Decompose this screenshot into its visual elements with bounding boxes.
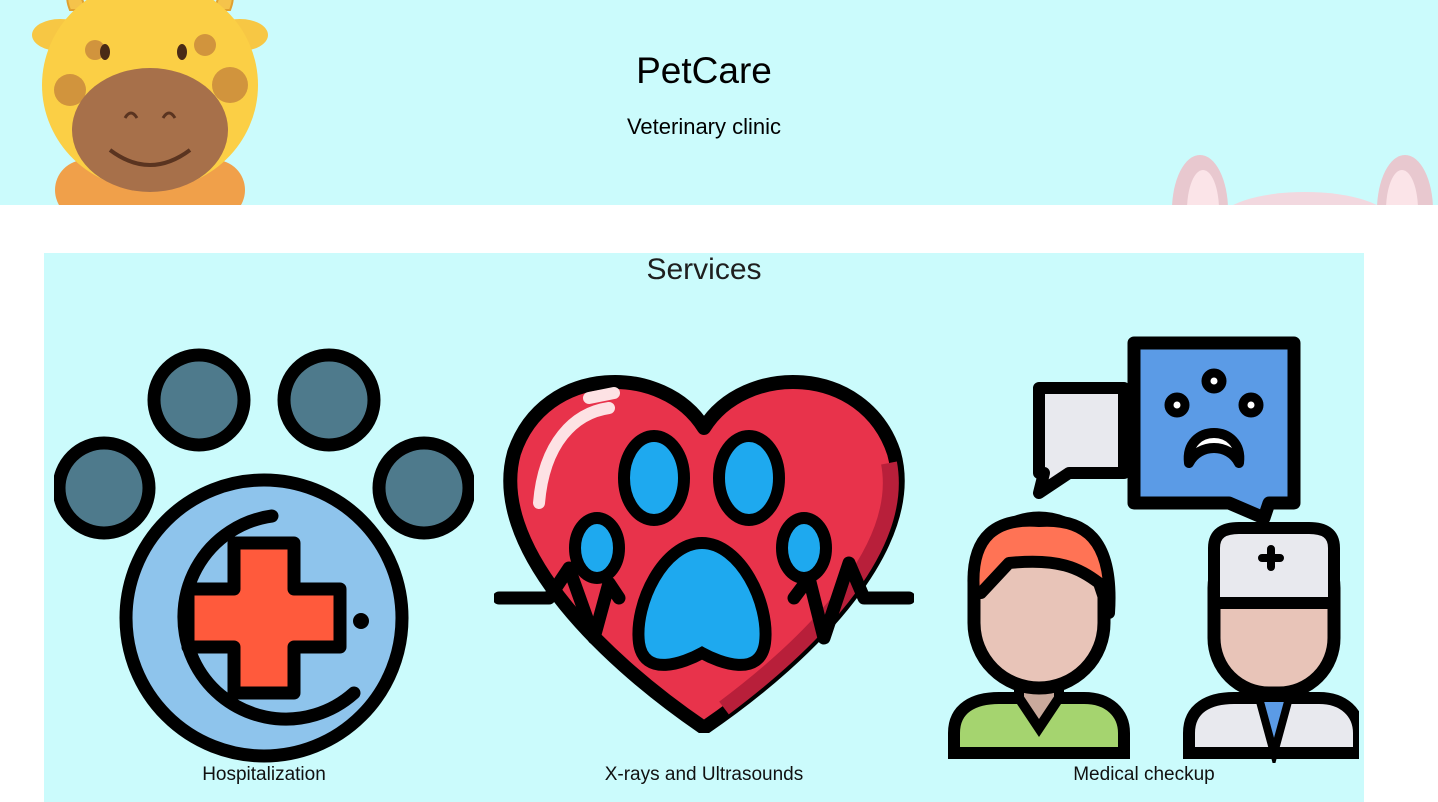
site-title: PetCare (636, 50, 772, 91)
bunny-ears-illustration (1172, 155, 1433, 205)
paw-medical-cross-icon (54, 348, 474, 763)
service-label: X-rays and Ultrasounds (604, 764, 804, 785)
service-label: Medical checkup (1073, 764, 1215, 785)
owner-and-vet-chat-icon (948, 336, 1359, 763)
services-heading: Services (646, 253, 762, 286)
service-card-checkup[interactable]: Medical checkup (924, 333, 1364, 802)
site-subtitle: Veterinary clinic (626, 114, 782, 139)
service-label: Hospitalization (202, 764, 326, 785)
service-card-hospitalization[interactable]: Hospitalization (44, 333, 484, 802)
heart-paw-heartbeat-icon (494, 375, 914, 733)
services-section: Services Hospitalization X-rays and Ultr… (44, 253, 1364, 802)
service-card-xrays[interactable]: X-rays and Ultrasounds (484, 333, 924, 802)
header-banner: PetCare Veterinary clinic (0, 0, 1438, 205)
giraffe-illustration (32, 0, 268, 205)
